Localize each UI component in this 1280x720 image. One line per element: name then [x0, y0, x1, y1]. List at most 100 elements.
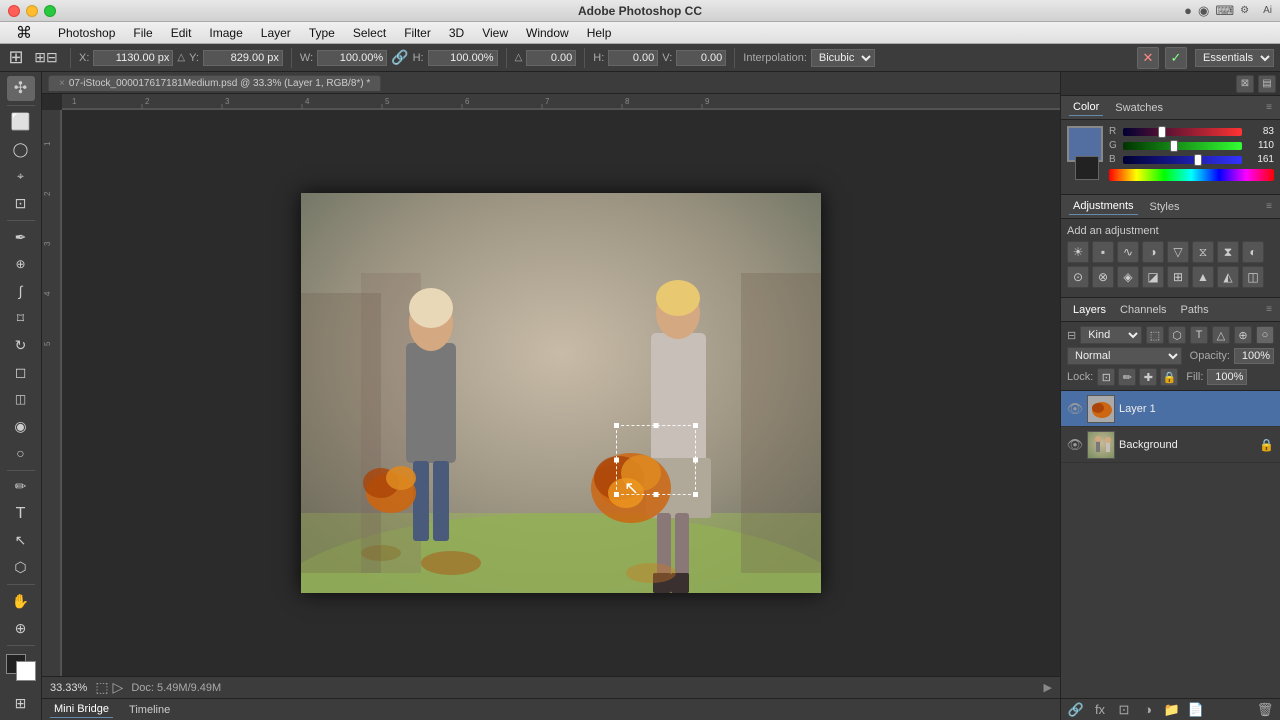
link-layers-btn[interactable]: 🔗 — [1067, 701, 1085, 719]
brightness-adj-icon[interactable]: ☀ — [1067, 241, 1089, 263]
apple-menu[interactable]: ⌘ — [8, 21, 40, 45]
grid-icon[interactable]: ⊞⊟ — [30, 48, 62, 68]
chain-link-icon[interactable]: 🔗 — [391, 49, 408, 66]
x-input[interactable] — [93, 50, 173, 66]
adj-panel-expand[interactable]: ≡ — [1266, 201, 1272, 212]
blend-mode-select[interactable]: Normal — [1067, 347, 1182, 365]
layer-item-background[interactable]: 👁 — [1061, 427, 1280, 463]
select-menu[interactable]: Select — [345, 24, 394, 42]
record-icon[interactable]: ▷ — [113, 679, 124, 696]
gradientmap-adj-icon[interactable]: ◭ — [1217, 266, 1239, 288]
vibrance-adj-icon[interactable]: ▽ — [1167, 241, 1189, 263]
filter-pixel-icon[interactable]: ⬚ — [1146, 326, 1164, 344]
layers-tab[interactable]: Layers — [1069, 302, 1110, 318]
move-tool[interactable]: ✣ — [7, 76, 35, 101]
brush-tool[interactable]: ∫ — [7, 279, 35, 304]
path-select-tool[interactable]: ↖ — [7, 528, 35, 553]
minimize-window-button[interactable] — [26, 5, 38, 17]
channel-adj-icon[interactable]: ⊗ — [1092, 266, 1114, 288]
lock-all-icon[interactable]: 🔒 — [1160, 368, 1178, 386]
invert-adj-icon[interactable]: ◪ — [1142, 266, 1164, 288]
adjustments-tab[interactable]: Adjustments — [1069, 198, 1138, 215]
eyedropper-tool[interactable]: ✒ — [7, 225, 35, 250]
shape-tool[interactable]: ⬡ — [7, 555, 35, 580]
filter-shape-icon[interactable]: △ — [1212, 326, 1230, 344]
collapse-panel-icon[interactable]: ⊠ — [1236, 75, 1254, 93]
interpolation-select[interactable]: Bicubic — [811, 49, 875, 67]
color-tab[interactable]: Color — [1069, 99, 1103, 116]
mini-bridge-tab[interactable]: Mini Bridge — [50, 701, 113, 718]
b-slider-thumb[interactable] — [1194, 154, 1202, 166]
exposure-adj-icon[interactable]: ◑ — [1142, 241, 1164, 263]
posterize-adj-icon[interactable]: ⊞ — [1167, 266, 1189, 288]
g-slider[interactable] — [1123, 142, 1242, 150]
levels-adj-icon[interactable]: ▪ — [1092, 241, 1114, 263]
maximize-window-button[interactable] — [44, 5, 56, 17]
commit-transform-button[interactable]: ✓ — [1165, 47, 1187, 69]
quick-select-tool[interactable]: ⌖ — [7, 164, 35, 189]
colorbal-adj-icon[interactable]: ⧗ — [1217, 241, 1239, 263]
blur-tool[interactable]: ◉ — [7, 414, 35, 439]
layer-visibility-layer1[interactable]: 👁 — [1067, 401, 1083, 417]
selectcolor-adj-icon[interactable]: ◫ — [1242, 266, 1264, 288]
mini-bridge-icon[interactable]: ⬚ — [95, 679, 108, 696]
dodge-tool[interactable]: ○ — [7, 441, 35, 466]
lock-transparent-icon[interactable]: ⊡ — [1097, 368, 1115, 386]
swatches-tab[interactable]: Swatches — [1111, 100, 1167, 116]
quick-mask-btn[interactable]: ⊞ — [7, 691, 35, 716]
filter-smart-icon[interactable]: ⊕ — [1234, 326, 1252, 344]
hand-tool[interactable]: ✋ — [7, 589, 35, 614]
filter-adjustment-icon[interactable]: ⬡ — [1168, 326, 1186, 344]
filter-type-icon[interactable]: T — [1190, 326, 1208, 344]
new-group-btn[interactable]: 📁 — [1163, 701, 1181, 719]
curves-adj-icon[interactable]: ∿ — [1117, 241, 1139, 263]
history-brush-tool[interactable]: ↻ — [7, 333, 35, 358]
3d-menu[interactable]: 3D — [441, 24, 472, 42]
fill-input[interactable] — [1207, 369, 1247, 385]
workspace-select[interactable]: Essentials — [1195, 49, 1274, 67]
file-menu[interactable]: File — [125, 24, 160, 42]
status-doc-icons[interactable]: ⬚ ▷ — [95, 679, 123, 696]
y-input[interactable] — [203, 50, 283, 66]
rotation-input[interactable] — [526, 50, 576, 66]
cancel-transform-button[interactable]: ✕ — [1137, 47, 1159, 69]
new-fill-adj-btn[interactable]: ◑ — [1139, 701, 1157, 719]
bw-adj-icon[interactable]: ◐ — [1242, 241, 1264, 263]
edit-menu[interactable]: Edit — [163, 24, 200, 42]
photo-adj-icon[interactable]: ⊙ — [1067, 266, 1089, 288]
foreground-background-colors[interactable] — [6, 654, 36, 681]
type-tool[interactable]: T — [7, 501, 35, 526]
marquee-tool[interactable]: ⬜ — [7, 110, 35, 135]
hsl-adj-icon[interactable]: ⧖ — [1192, 241, 1214, 263]
window-menu[interactable]: Window — [518, 24, 577, 42]
h-input[interactable] — [428, 50, 498, 66]
image-menu[interactable]: Image — [201, 24, 250, 42]
filter-menu[interactable]: Filter — [396, 24, 439, 42]
r-slider[interactable] — [1123, 128, 1242, 136]
r-slider-thumb[interactable] — [1158, 126, 1166, 138]
view-menu[interactable]: View — [474, 24, 516, 42]
channels-tab[interactable]: Channels — [1116, 302, 1170, 318]
layer-item-layer1[interactable]: 👁 Layer 1 — [1061, 391, 1280, 427]
zoom-tool[interactable]: ⊕ — [7, 616, 35, 641]
vskew-input[interactable] — [676, 50, 726, 66]
gradient-tool[interactable]: ◫ — [7, 387, 35, 412]
layer-visibility-background[interactable]: 👁 — [1067, 437, 1083, 453]
crop-tool[interactable]: ⊡ — [7, 191, 35, 216]
background-color[interactable] — [16, 661, 36, 681]
add-style-btn[interactable]: fx — [1091, 701, 1109, 719]
w-input[interactable] — [317, 50, 387, 66]
new-layer-btn[interactable]: 📄 — [1187, 701, 1205, 719]
type-menu[interactable]: Type — [301, 24, 343, 42]
timeline-tab[interactable]: Timeline — [125, 702, 174, 718]
opacity-input[interactable] — [1234, 348, 1274, 364]
lock-paint-icon[interactable]: ✏ — [1118, 368, 1136, 386]
layer-filter-select[interactable]: Kind — [1080, 326, 1142, 344]
lock-position-icon[interactable]: ✚ — [1139, 368, 1157, 386]
add-mask-btn[interactable]: ⊡ — [1115, 701, 1133, 719]
threshold-adj-icon[interactable]: ▲ — [1192, 266, 1214, 288]
color-spectrum[interactable] — [1109, 169, 1274, 181]
layer-menu[interactable]: Layer — [253, 24, 299, 42]
delete-layer-btn[interactable]: 🗑 — [1256, 701, 1274, 719]
document-tab[interactable]: × 07-iStock_000017617181Medium.psd @ 33.… — [48, 75, 381, 91]
